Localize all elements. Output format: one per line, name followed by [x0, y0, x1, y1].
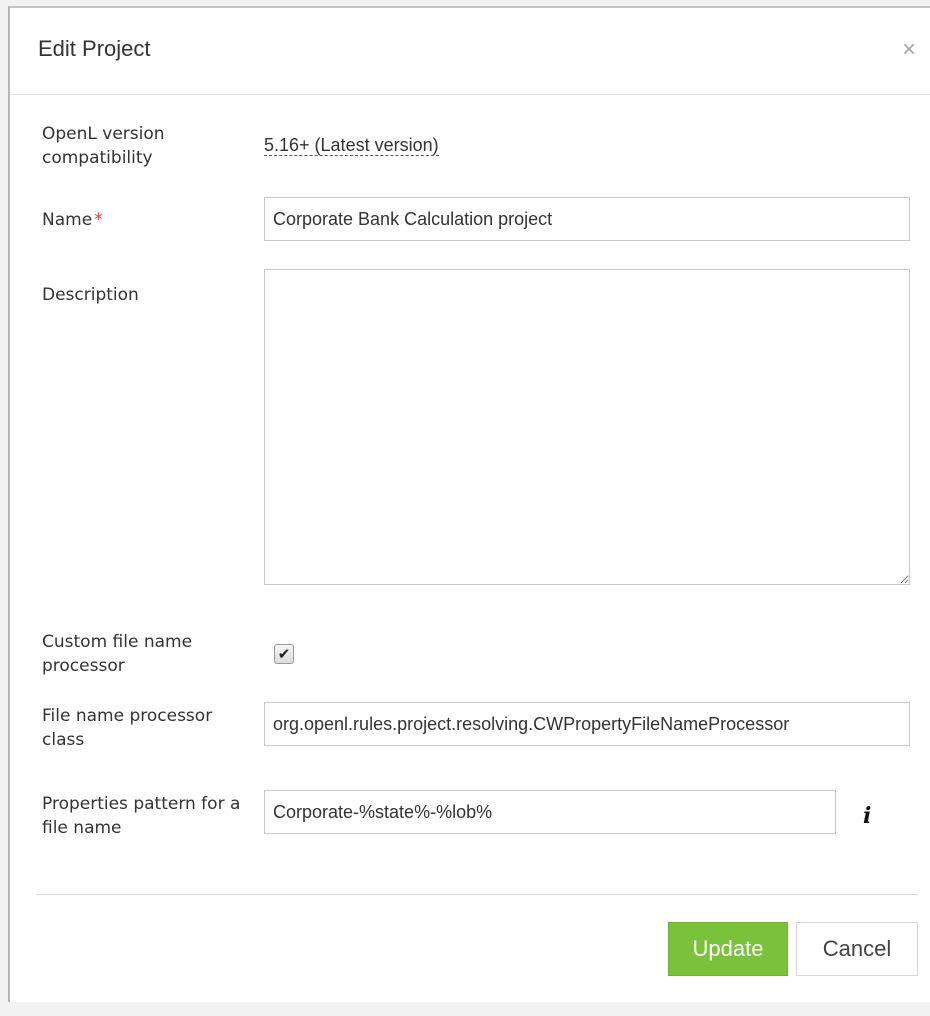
required-marker: * — [94, 210, 103, 230]
close-icon[interactable]: × — [902, 38, 916, 62]
version-label: OpenL version compatibility — [42, 124, 165, 168]
edit-project-dialog: Edit Project × OpenL version compatibili… — [8, 6, 930, 1002]
custom-processor-checkbox[interactable]: ✔ — [274, 644, 294, 664]
dialog-header: Edit Project × — [10, 8, 930, 95]
version-compatibility-link[interactable]: 5.16+ (Latest version) — [264, 135, 439, 156]
update-button[interactable]: Update — [668, 922, 788, 976]
footer-divider — [36, 894, 918, 895]
description-label: Description — [42, 285, 139, 305]
info-icon[interactable]: i — [863, 803, 871, 829]
properties-pattern-input[interactable] — [264, 790, 836, 834]
checkmark-icon: ✔ — [277, 646, 291, 663]
name-label-text: Name — [42, 210, 93, 230]
properties-pattern-label: Properties pattern for a file name — [42, 794, 241, 838]
description-textarea[interactable] — [264, 269, 910, 585]
name-label: Name * — [42, 208, 252, 232]
processor-class-input[interactable] — [264, 702, 910, 746]
processor-class-label: File name processor class — [42, 706, 213, 750]
cancel-button[interactable]: Cancel — [796, 922, 918, 976]
dialog-title: Edit Project — [38, 36, 151, 61]
name-input[interactable] — [264, 197, 910, 241]
custom-processor-label: Custom file name processor — [42, 632, 193, 676]
